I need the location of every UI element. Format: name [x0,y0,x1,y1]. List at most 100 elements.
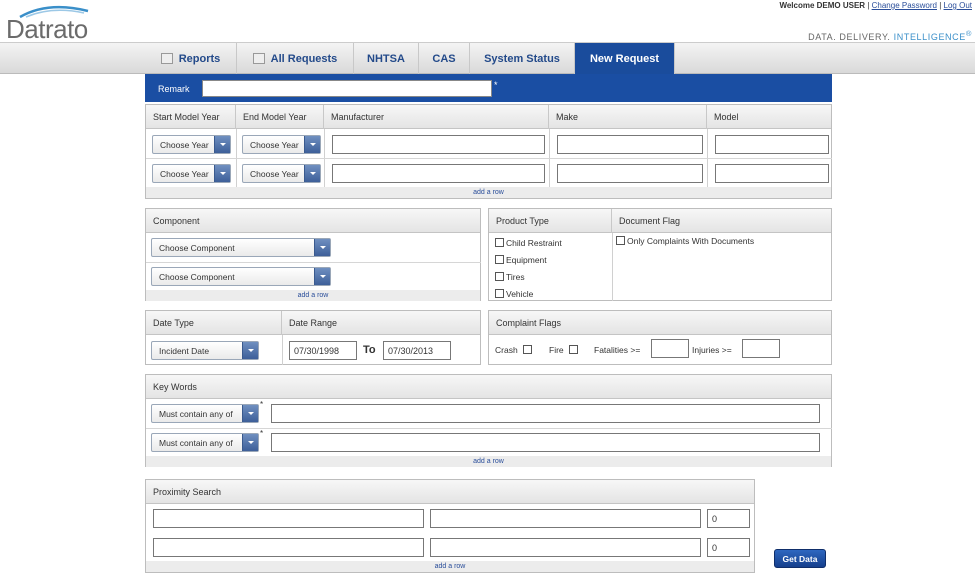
vehicle-add-row-link[interactable]: add a row [146,187,831,198]
product-type-tires[interactable]: Tires [495,272,525,282]
checkbox-label: Equipment [506,255,547,265]
checkbox[interactable] [616,236,625,245]
end-year-select[interactable]: Choose Year [242,164,321,183]
checkbox[interactable] [495,255,504,264]
tab-label: NHTSA [367,52,405,65]
product-type-equipment[interactable]: Equipment [495,255,547,265]
logout-link[interactable]: Log Out [944,1,972,10]
checkbox[interactable] [495,238,504,247]
proximity-term-a-input[interactable] [153,538,424,557]
make-input[interactable] [557,135,703,154]
tagline-reg: ® [965,29,972,38]
chevron-down-icon [242,434,258,451]
tab-label: System Status [484,52,560,65]
document-flag-title: Document Flag [619,216,681,226]
keyword-input[interactable] [271,404,820,423]
component-panel: Component Choose Component Choose Compon… [145,208,481,301]
user-bar: Welcome DEMO USER | Change Password | Lo… [779,1,972,10]
tab-nhtsa[interactable]: NHTSA [354,43,419,74]
vehicle-panel: Start Model Year End Model Year Manufact… [145,104,832,199]
crash-checkbox[interactable] [523,345,532,354]
header-end-model-year: End Model Year [236,105,324,129]
make-input[interactable] [557,164,703,183]
proximity-panel-header: Proximity Search [146,480,754,504]
proximity-term-b-input[interactable] [430,509,701,528]
remark-required-mark: * [494,80,498,90]
keyword-mode-select[interactable]: Must contain any of [151,433,259,452]
product-document-panel: Product Type Document Flag Child Restrai… [488,208,832,301]
header: Datrato Welcome DEMO USER | Change Passw… [0,0,975,44]
component-title: Component [153,216,200,226]
select-value: Choose Component [159,272,235,282]
keyword-input[interactable] [271,433,820,452]
product-type-child-restraint[interactable]: Child Restraint [495,238,562,248]
fatalities-input[interactable] [651,339,689,358]
checkbox[interactable] [495,272,504,281]
fatalities-label: Fatalities >= [594,345,641,355]
tab-label: CAS [432,52,456,65]
vehicle-panel-header: Start Model Year End Model Year Manufact… [146,105,831,129]
tab-reports[interactable]: Reports [145,43,237,74]
proximity-distance-input[interactable]: 0 [707,538,750,557]
component-add-row-link[interactable]: add a row [146,290,480,301]
divider [282,335,283,365]
header-manufacturer: Manufacturer [324,105,549,129]
chevron-down-icon [242,342,258,359]
fire-checkbox[interactable] [569,345,578,354]
start-year-select[interactable]: Choose Year [152,135,231,154]
keyword-mode-select[interactable]: Must contain any of [151,404,259,423]
proximity-title: Proximity Search [153,487,222,497]
manufacturer-input[interactable] [332,135,545,154]
get-data-button[interactable]: Get Data [774,549,826,568]
select-value: Choose Year [250,140,299,150]
start-year-select[interactable]: Choose Year [152,164,231,183]
proximity-distance-input[interactable]: 0 [707,509,750,528]
product-type-vehicle[interactable]: Vehicle [495,289,533,299]
logo-text: Datrato [6,14,88,44]
divider [146,428,832,429]
component-select[interactable]: Choose Component [151,238,331,257]
complaint-flags-title: Complaint Flags [496,318,562,328]
remark-label: Remark [158,84,190,94]
tagline-b: INTELLIGENCE [893,32,966,42]
remark-input[interactable] [202,80,492,97]
keywords-title: Key Words [153,382,197,392]
tab-new-request[interactable]: New Request [575,43,675,74]
fire-label: Fire [549,345,564,355]
chevron-down-icon [304,136,320,153]
date-type-select[interactable]: Incident Date [151,341,259,360]
tab-cas[interactable]: CAS [419,43,470,74]
tab-label: Reports [178,52,221,65]
model-input[interactable] [715,135,829,154]
chevron-down-icon [242,405,258,422]
header-make: Make [549,105,707,129]
checkbox[interactable] [495,289,504,298]
date-from-input[interactable]: 07/30/1998 [289,341,357,360]
tab-system-status[interactable]: System Status [470,43,575,74]
date-to-input[interactable]: 07/30/2013 [383,341,451,360]
main-nav: Reports All Requests NHTSA CAS System St… [0,42,975,74]
tagline: DATA. DELIVERY. INTELLIGENCE® [808,29,972,42]
model-input[interactable] [715,164,829,183]
complaint-flags-panel: Complaint Flags Crash Fire Fatalities >=… [488,310,832,365]
select-value: Must contain any of [159,409,233,419]
injuries-input[interactable] [742,339,780,358]
component-select[interactable]: Choose Component [151,267,331,286]
keywords-panel: Key Words Must contain any of * Must con… [145,374,832,467]
chart-icon [160,53,173,64]
datrato-logo[interactable]: Datrato [4,2,104,44]
tab-all-requests[interactable]: All Requests [237,43,354,74]
keywords-add-row-link[interactable]: add a row [146,456,831,467]
proximity-term-a-input[interactable] [153,509,424,528]
proximity-add-row-link[interactable]: add a row [146,561,754,572]
tagline-a: DATA. DELIVERY. [808,32,891,42]
only-with-documents-option[interactable]: Only Complaints With Documents [616,236,754,246]
header-start-model-year: Start Model Year [146,105,236,129]
end-year-select[interactable]: Choose Year [242,135,321,154]
date-to-label: To [363,344,376,356]
manufacturer-input[interactable] [332,164,545,183]
proximity-term-b-input[interactable] [430,538,701,557]
remark-bar: Remark * [145,74,832,102]
checkbox-label: Child Restraint [506,238,562,248]
change-password-link[interactable]: Change Password [872,1,937,10]
